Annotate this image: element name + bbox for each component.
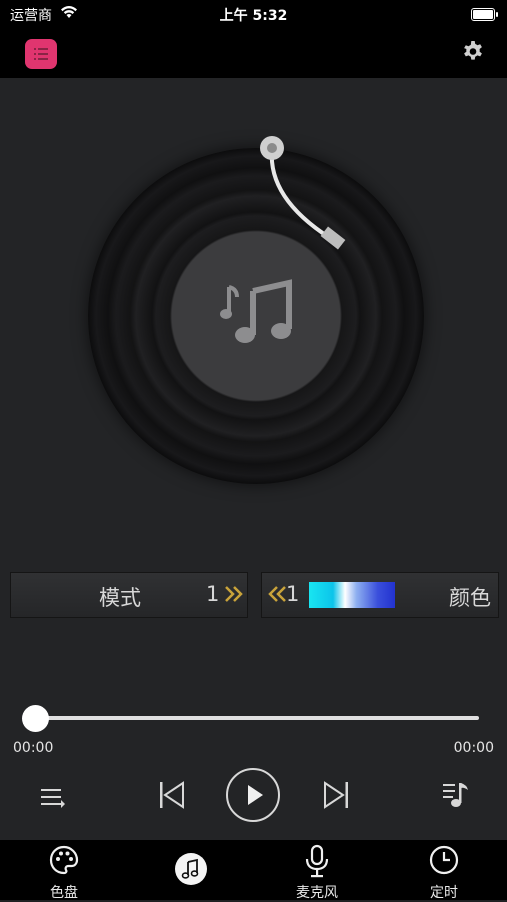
- battery-icon: [471, 8, 498, 21]
- color-label: 颜色: [449, 586, 491, 610]
- tab-timer-label: 定时: [430, 885, 458, 901]
- previous-icon[interactable]: [158, 780, 186, 810]
- status-time: 上午 5:32: [219, 8, 288, 24]
- top-bar: [0, 30, 507, 78]
- tab-timer[interactable]: 定时: [394, 840, 494, 901]
- microphone-icon: [305, 844, 329, 878]
- playlist-icon[interactable]: [40, 786, 66, 808]
- mode-value: 1: [206, 582, 220, 606]
- tab-palette-label: 色盘: [50, 885, 78, 901]
- mode-label: 模式: [99, 586, 141, 610]
- play-button[interactable]: [226, 768, 280, 822]
- time-current: 00:00: [13, 740, 54, 756]
- tonearm: [260, 136, 346, 250]
- tab-bar: 色盘 麦克风 定时: [0, 840, 507, 901]
- list-icon: [34, 48, 48, 60]
- mode-panel[interactable]: 模式 1: [10, 572, 248, 618]
- color-value: 1: [286, 582, 300, 606]
- menu-button[interactable]: [25, 39, 57, 69]
- music-note-icon: [175, 853, 207, 885]
- double-chevron-right-icon[interactable]: [223, 584, 245, 604]
- music-note-icon: [220, 279, 292, 343]
- color-swatch: [309, 582, 395, 608]
- gear-icon[interactable]: [461, 40, 485, 64]
- progress-track[interactable]: [36, 716, 479, 720]
- play-icon: [248, 785, 263, 805]
- status-bar: 运营商 上午 5:32: [0, 0, 507, 30]
- tab-palette[interactable]: 色盘: [14, 840, 114, 901]
- tab-microphone-label: 麦克风: [296, 885, 338, 901]
- color-panel[interactable]: 1 颜色: [261, 572, 499, 618]
- clock-icon: [429, 845, 459, 875]
- palette-icon: [49, 845, 79, 875]
- progress-knob[interactable]: [22, 705, 49, 732]
- tab-music[interactable]: [141, 840, 241, 900]
- song-list-icon[interactable]: [442, 780, 470, 810]
- next-icon[interactable]: [322, 780, 350, 810]
- tab-microphone[interactable]: 麦克风: [267, 840, 367, 901]
- time-total: 00:00: [453, 740, 494, 756]
